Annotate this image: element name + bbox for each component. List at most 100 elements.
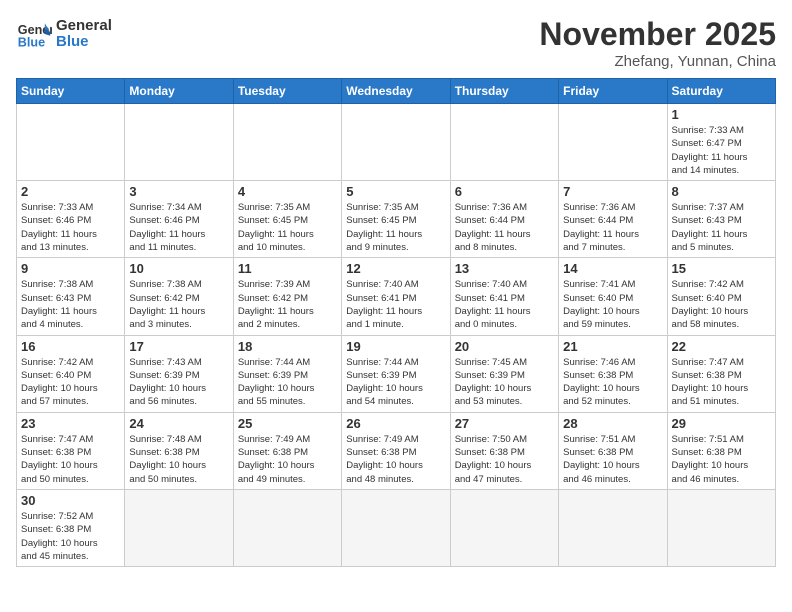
day-cell: 9 Sunrise: 7:38 AM Sunset: 6:43 PM Daylig… — [17, 258, 125, 335]
day-info: Sunrise: 7:37 AM Sunset: 6:43 PM Dayligh… — [672, 201, 771, 254]
day-info: Sunrise: 7:43 AM Sunset: 6:39 PM Dayligh… — [129, 356, 228, 409]
day-cell: 1Sunrise: 7:33 AM Sunset: 6:47 PM Daylig… — [667, 104, 775, 181]
day-info: Sunrise: 7:48 AM Sunset: 6:38 PM Dayligh… — [129, 433, 228, 486]
day-number: 8 — [672, 184, 771, 199]
weekday-header-tuesday: Tuesday — [233, 79, 341, 104]
weekday-header-sunday: Sunday — [17, 79, 125, 104]
day-cell — [342, 104, 450, 181]
day-cell: 19Sunrise: 7:44 AM Sunset: 6:39 PM Dayli… — [342, 335, 450, 412]
day-cell: 20Sunrise: 7:45 AM Sunset: 6:39 PM Dayli… — [450, 335, 558, 412]
day-cell: 26 Sunrise: 7:49 AM Sunset: 6:38 PM Dayli… — [342, 412, 450, 489]
day-info: Sunrise: 7:42 AM Sunset: 6:40 PM Dayligh… — [672, 278, 771, 331]
day-info: Sunrise: 7:46 AM Sunset: 6:38 PM Dayligh… — [563, 356, 662, 409]
day-cell — [559, 104, 667, 181]
day-info: Sunrise: 7:52 AM Sunset: 6:38 PM Dayligh… — [21, 510, 120, 563]
day-cell: 7Sunrise: 7:36 AM Sunset: 6:44 PM Daylig… — [559, 181, 667, 258]
day-info: Sunrise: 7:47 AM Sunset: 6:38 PM Dayligh… — [672, 356, 771, 409]
day-info: Sunrise: 7:36 AM Sunset: 6:44 PM Dayligh… — [455, 201, 554, 254]
day-number: 18 — [238, 339, 337, 354]
day-cell: 13 Sunrise: 7:40 AM Sunset: 6:41 PM Dayli… — [450, 258, 558, 335]
weekday-header-saturday: Saturday — [667, 79, 775, 104]
day-cell: 12Sunrise: 7:40 AM Sunset: 6:41 PM Dayli… — [342, 258, 450, 335]
day-info: Sunrise: 7:41 AM Sunset: 6:40 PM Dayligh… — [563, 278, 662, 331]
calendar-table: SundayMondayTuesdayWednesdayThursdayFrid… — [16, 78, 776, 567]
day-info: Sunrise: 7:35 AM Sunset: 6:45 PM Dayligh… — [346, 201, 445, 254]
weekday-header-wednesday: Wednesday — [342, 79, 450, 104]
day-cell — [450, 104, 558, 181]
day-info: Sunrise: 7:44 AM Sunset: 6:39 PM Dayligh… — [238, 356, 337, 409]
day-info: Sunrise: 7:36 AM Sunset: 6:44 PM Dayligh… — [563, 201, 662, 254]
day-number: 19 — [346, 339, 445, 354]
day-number: 21 — [563, 339, 662, 354]
logo: General Blue General Blue — [16, 16, 112, 52]
day-number: 10 — [129, 261, 228, 276]
day-info: Sunrise: 7:50 AM Sunset: 6:38 PM Dayligh… — [455, 433, 554, 486]
day-cell: 5 Sunrise: 7:35 AM Sunset: 6:45 PM Daylig… — [342, 181, 450, 258]
day-info: Sunrise: 7:38 AM Sunset: 6:43 PM Dayligh… — [21, 278, 120, 331]
page-header: General Blue General Blue November 2025 … — [16, 16, 776, 70]
day-number: 9 — [21, 261, 120, 276]
day-info: Sunrise: 7:45 AM Sunset: 6:39 PM Dayligh… — [455, 356, 554, 409]
day-number: 30 — [21, 493, 120, 508]
day-cell — [233, 489, 341, 566]
day-cell: 4 Sunrise: 7:35 AM Sunset: 6:45 PM Daylig… — [233, 181, 341, 258]
day-number: 27 — [455, 416, 554, 431]
day-number: 22 — [672, 339, 771, 354]
day-cell — [667, 489, 775, 566]
day-cell: 28 Sunrise: 7:51 AM Sunset: 6:38 PM Dayli… — [559, 412, 667, 489]
day-cell: 17 Sunrise: 7:43 AM Sunset: 6:39 PM Dayli… — [125, 335, 233, 412]
day-info: Sunrise: 7:40 AM Sunset: 6:41 PM Dayligh… — [455, 278, 554, 331]
day-number: 16 — [21, 339, 120, 354]
day-cell: 11Sunrise: 7:39 AM Sunset: 6:42 PM Dayli… — [233, 258, 341, 335]
day-info: Sunrise: 7:35 AM Sunset: 6:45 PM Dayligh… — [238, 201, 337, 254]
day-number: 5 — [346, 184, 445, 199]
title-section: November 2025 Zhefang, Yunnan, China — [539, 16, 776, 70]
day-number: 3 — [129, 184, 228, 199]
day-cell: 16 Sunrise: 7:42 AM Sunset: 6:40 PM Dayli… — [17, 335, 125, 412]
week-row-1: 1Sunrise: 7:33 AM Sunset: 6:47 PM Daylig… — [17, 104, 776, 181]
day-cell: 21 Sunrise: 7:46 AM Sunset: 6:38 PM Dayli… — [559, 335, 667, 412]
day-info: Sunrise: 7:47 AM Sunset: 6:38 PM Dayligh… — [21, 433, 120, 486]
day-number: 6 — [455, 184, 554, 199]
day-cell: 2 Sunrise: 7:33 AM Sunset: 6:46 PM Daylig… — [17, 181, 125, 258]
day-number: 29 — [672, 416, 771, 431]
day-cell — [450, 489, 558, 566]
day-info: Sunrise: 7:51 AM Sunset: 6:38 PM Dayligh… — [672, 433, 771, 486]
day-info: Sunrise: 7:51 AM Sunset: 6:38 PM Dayligh… — [563, 433, 662, 486]
logo-blue-text: Blue — [56, 34, 112, 51]
day-cell — [559, 489, 667, 566]
day-number: 14 — [563, 261, 662, 276]
day-info: Sunrise: 7:49 AM Sunset: 6:38 PM Dayligh… — [346, 433, 445, 486]
day-cell: 25Sunrise: 7:49 AM Sunset: 6:38 PM Dayli… — [233, 412, 341, 489]
logo-general-text: General — [56, 18, 112, 35]
day-info: Sunrise: 7:33 AM Sunset: 6:46 PM Dayligh… — [21, 201, 120, 254]
day-number: 1 — [672, 107, 771, 122]
day-cell: 18 Sunrise: 7:44 AM Sunset: 6:39 PM Dayli… — [233, 335, 341, 412]
day-number: 2 — [21, 184, 120, 199]
day-cell: 3Sunrise: 7:34 AM Sunset: 6:46 PM Daylig… — [125, 181, 233, 258]
day-number: 17 — [129, 339, 228, 354]
svg-text:Blue: Blue — [18, 36, 45, 50]
day-cell — [233, 104, 341, 181]
day-cell: 15Sunrise: 7:42 AM Sunset: 6:40 PM Dayli… — [667, 258, 775, 335]
weekday-header-thursday: Thursday — [450, 79, 558, 104]
day-info: Sunrise: 7:42 AM Sunset: 6:40 PM Dayligh… — [21, 356, 120, 409]
day-number: 28 — [563, 416, 662, 431]
day-number: 4 — [238, 184, 337, 199]
day-cell: 8 Sunrise: 7:37 AM Sunset: 6:43 PM Daylig… — [667, 181, 775, 258]
week-row-3: 9 Sunrise: 7:38 AM Sunset: 6:43 PM Daylig… — [17, 258, 776, 335]
logo-icon: General Blue — [16, 16, 52, 52]
day-cell: 24Sunrise: 7:48 AM Sunset: 6:38 PM Dayli… — [125, 412, 233, 489]
day-cell — [342, 489, 450, 566]
day-info: Sunrise: 7:49 AM Sunset: 6:38 PM Dayligh… — [238, 433, 337, 486]
day-cell — [125, 489, 233, 566]
weekday-header-friday: Friday — [559, 79, 667, 104]
day-cell — [125, 104, 233, 181]
day-info: Sunrise: 7:39 AM Sunset: 6:42 PM Dayligh… — [238, 278, 337, 331]
day-number: 13 — [455, 261, 554, 276]
day-cell: 23Sunrise: 7:47 AM Sunset: 6:38 PM Dayli… — [17, 412, 125, 489]
day-info: Sunrise: 7:40 AM Sunset: 6:41 PM Dayligh… — [346, 278, 445, 331]
day-number: 26 — [346, 416, 445, 431]
day-cell — [17, 104, 125, 181]
location: Zhefang, Yunnan, China — [539, 53, 776, 70]
